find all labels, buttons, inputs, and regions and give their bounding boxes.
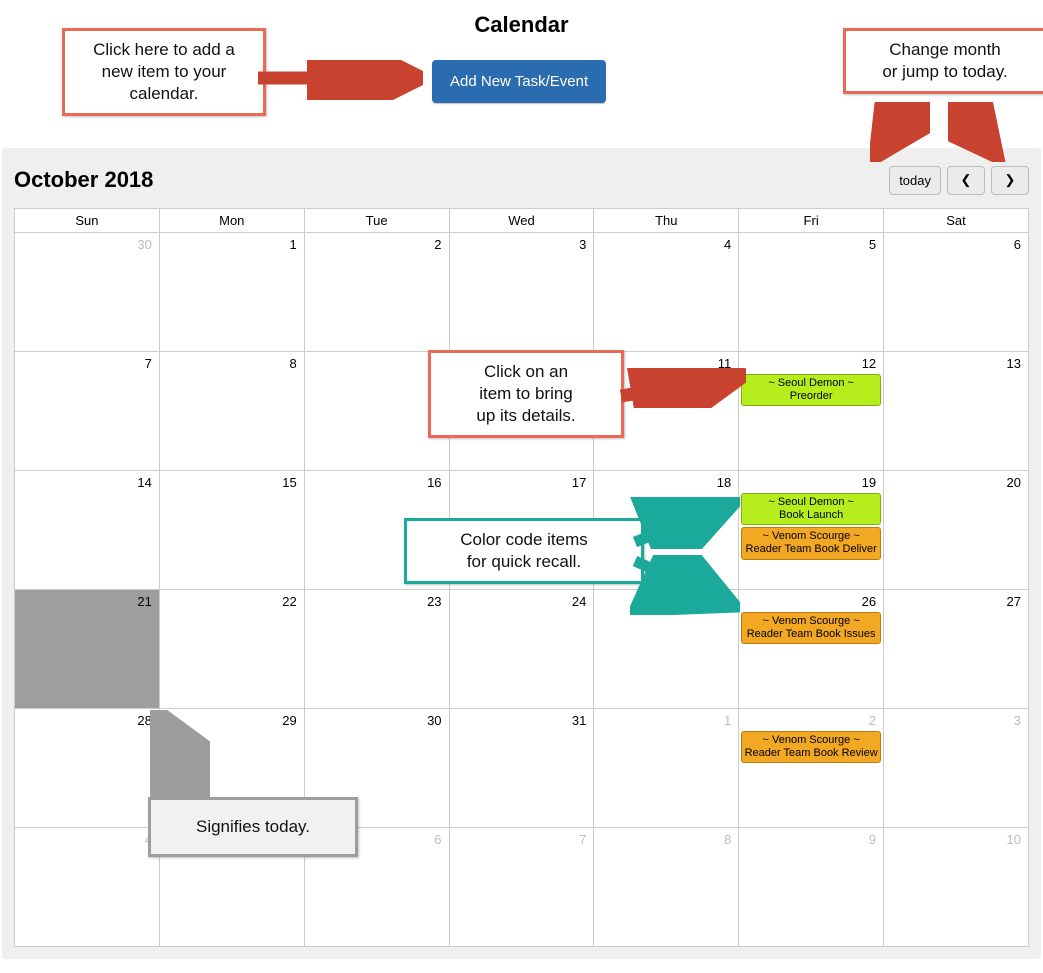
day-number: 26 [862,594,876,609]
day-header: Thu [594,209,739,233]
day-number: 18 [717,475,731,490]
day-header: Sun [15,209,160,233]
calendar-event[interactable]: ~ Seoul Demon ~Book Launch [741,493,881,525]
calendar-cell[interactable]: 7 [449,828,594,947]
calendar-cell[interactable]: 2 ~ Venom Scourge ~Reader Team Book Revie… [739,709,884,828]
day-number: 28 [137,713,151,728]
day-number: 1 [724,713,731,728]
calendar-cell[interactable]: 15 [159,471,304,590]
day-number: 20 [1007,475,1021,490]
day-number: 15 [282,475,296,490]
callout-color-code: Color code itemsfor quick recall. [404,518,644,584]
calendar-cell[interactable]: 3 [449,233,594,352]
calendar-cell[interactable]: 5 [739,233,884,352]
day-number: 3 [579,237,586,252]
day-number: 29 [282,713,296,728]
calendar-cell[interactable]: 20 [884,471,1029,590]
calendar-cell[interactable]: 6 [884,233,1029,352]
calendar-cell[interactable]: 2 [304,233,449,352]
calendar-cell[interactable]: 3 [884,709,1029,828]
day-number: 2 [869,713,876,728]
calendar-cell[interactable]: 10 [884,828,1029,947]
day-number: 3 [1014,713,1021,728]
calendar-cell[interactable]: 22 [159,590,304,709]
next-month-button[interactable]: ❯ [991,166,1029,195]
calendar-cell[interactable]: 9 [739,828,884,947]
calendar-cell[interactable]: 1 [159,233,304,352]
day-number: 10 [1007,832,1021,847]
calendar-cell[interactable]: 4 [594,233,739,352]
calendar-cell[interactable]: 14 [15,471,160,590]
calendar-cell[interactable]: 1 [594,709,739,828]
day-number: 9 [869,832,876,847]
day-header: Fri [739,209,884,233]
day-number: 16 [427,475,441,490]
day-number: 30 [137,237,151,252]
day-number: 8 [724,832,731,847]
chevron-right-icon: ❯ [1005,172,1016,187]
prev-month-button[interactable]: ❮ [947,166,985,195]
day-header: Wed [449,209,594,233]
day-number: 25 [717,594,731,609]
arrow-icon [253,60,423,100]
day-number: 6 [434,832,441,847]
day-number: 1 [289,237,296,252]
day-number: 19 [862,475,876,490]
calendar-event[interactable]: ~ Venom Scourge ~Reader Team Book Issues [741,612,881,644]
day-number: 7 [579,832,586,847]
today-button[interactable]: today [889,166,941,195]
calendar-cell[interactable]: 23 [304,590,449,709]
day-number: 17 [572,475,586,490]
callout-details: Click on anitem to bringup its details. [428,350,624,438]
day-number: 30 [427,713,441,728]
calendar-cell[interactable]: 30 [15,233,160,352]
month-title: October 2018 [14,167,889,193]
day-number: 31 [572,713,586,728]
day-header: Mon [159,209,304,233]
calendar-cell[interactable]: 8 [159,352,304,471]
day-header: Tue [304,209,449,233]
calendar-cell[interactable]: 27 [884,590,1029,709]
callout-navigation: Change monthor jump to today. [843,28,1043,94]
day-number: 11 [718,356,732,371]
calendar-cell[interactable]: 8 [594,828,739,947]
calendar-cell[interactable]: 21 [15,590,160,709]
calendar-cell[interactable]: 24 [449,590,594,709]
day-number: 27 [1007,594,1021,609]
day-number: 7 [145,356,152,371]
calendar-event[interactable]: ~ Venom Scourge ~Reader Team Book Review [741,731,881,763]
calendar-cell[interactable]: 31 [449,709,594,828]
day-number: 5 [869,237,876,252]
calendar-event[interactable]: ~ Seoul Demon ~Preorder [741,374,881,406]
day-number: 6 [1014,237,1021,252]
day-number: 21 [137,594,151,609]
day-number: 12 [862,356,876,371]
calendar-event[interactable]: ~ Venom Scourge ~Reader Team Book Delive… [741,527,881,559]
calendar-cell[interactable]: 7 [15,352,160,471]
day-number: 14 [137,475,151,490]
chevron-left-icon: ❮ [961,172,972,187]
day-number: 2 [434,237,441,252]
calendar-cell[interactable]: 19 ~ Seoul Demon ~Book Launch~ Venom Scou… [739,471,884,590]
day-number: 13 [1007,356,1021,371]
day-number: 22 [282,594,296,609]
add-task-button[interactable]: Add New Task/Event [432,60,606,103]
calendar-cell[interactable]: 4 [15,828,160,947]
day-header: Sat [884,209,1029,233]
day-number: 4 [724,237,731,252]
calendar-cell[interactable]: 12 ~ Seoul Demon ~Preorder [739,352,884,471]
callout-today: Signifies today. [148,797,358,857]
day-number: 24 [572,594,586,609]
day-number: 23 [427,594,441,609]
callout-add: Click here to add anew item to yourcalen… [62,28,266,116]
calendar-cell[interactable]: 26 ~ Venom Scourge ~Reader Team Book Issu… [739,590,884,709]
calendar-cell[interactable]: 13 [884,352,1029,471]
calendar-cell[interactable]: 25 [594,590,739,709]
calendar-cell[interactable]: 28 [15,709,160,828]
day-number: 8 [289,356,296,371]
